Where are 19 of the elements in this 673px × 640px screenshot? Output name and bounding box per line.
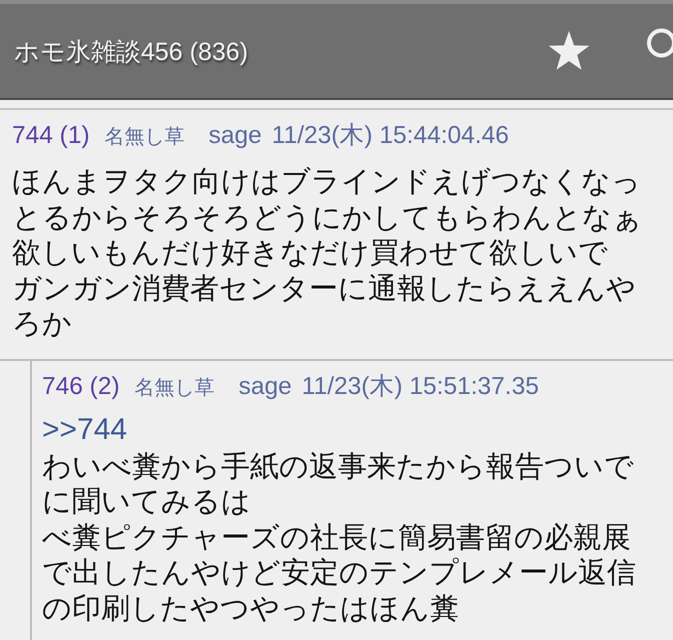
post-text: わいべ糞から手紙の返事来たから報告ついでに聞いてみるは <box>42 450 635 520</box>
post-text: 欲しいもんだけ好きなだけ買わせて欲しいで <box>12 236 609 271</box>
reply-anchor-link[interactable]: >>744 <box>42 412 128 448</box>
post-number[interactable]: 746 (2) <box>42 372 120 400</box>
favorite-button[interactable] <box>548 31 590 71</box>
star-icon <box>548 31 590 71</box>
poster-name: 名無し草 <box>134 376 215 400</box>
poster-name: 名無し草 <box>104 125 185 150</box>
post-text: ほんまヲタク向けはブラインドえげつなくなっとるからそろそろどうにかしてもらわんとなぁ <box>12 165 643 236</box>
post-text: べ糞ピクチャーズの社長に簡易書留の必親展で出したんやけど安定のテンプレメール返信の印刷したやつやったはほん糞 <box>42 520 637 626</box>
post-text: ガンガン消費者センターに通報したらええんやろか <box>12 272 637 342</box>
post-date: 11/23(木) 15:44:04.46 <box>272 122 509 150</box>
post-date: 11/23(木) 15:51:37.35 <box>302 372 539 400</box>
search-button[interactable] <box>646 28 673 58</box>
thread-title: ホモ氷雑談456 (836) <box>14 36 248 68</box>
search-icon <box>646 28 673 58</box>
post-number[interactable]: 744 (1) <box>12 122 90 150</box>
poster-mail: sage <box>238 372 292 400</box>
poster-mail: sage <box>208 122 262 150</box>
